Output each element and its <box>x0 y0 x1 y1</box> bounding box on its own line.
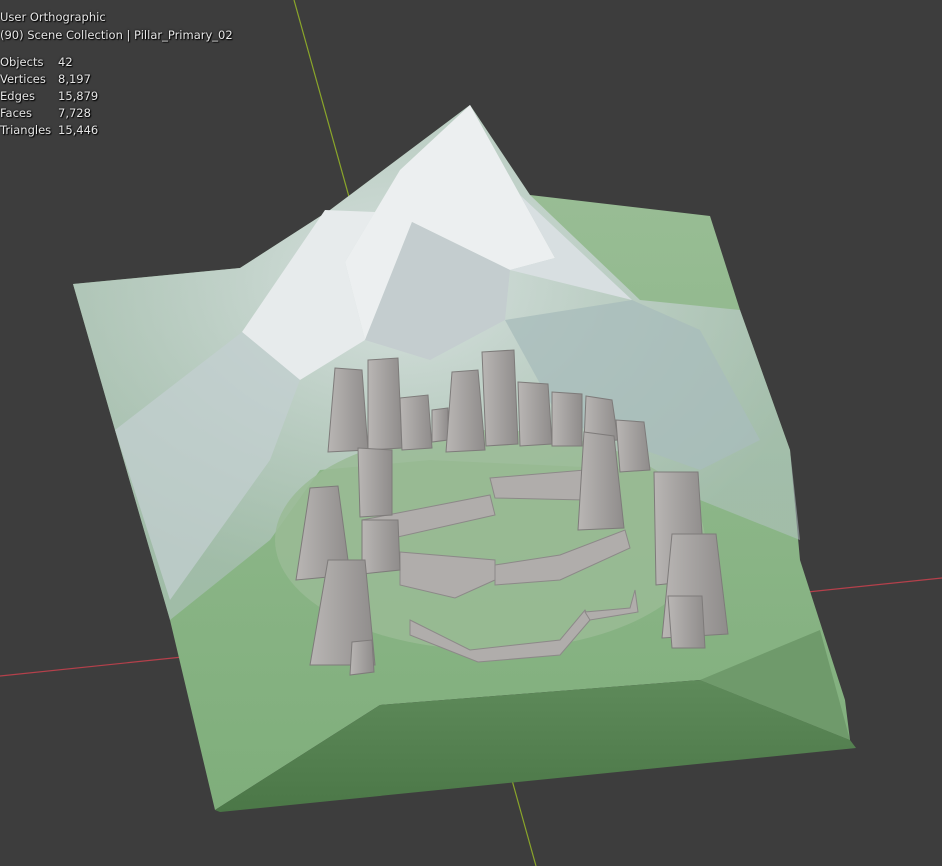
3d-viewport[interactable]: User Orthographic (90) Scene Collection … <box>0 0 942 866</box>
scene-render[interactable] <box>0 0 942 866</box>
